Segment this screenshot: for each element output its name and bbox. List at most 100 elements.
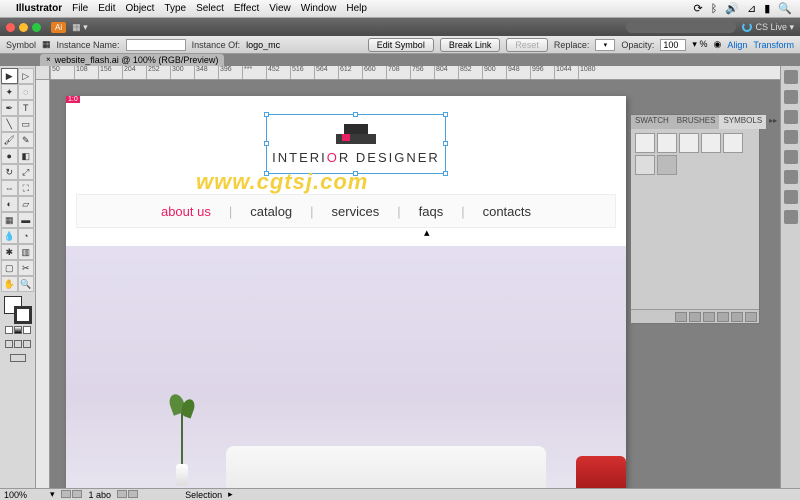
menu-select[interactable]: Select: [196, 3, 224, 14]
status-dropdown-icon[interactable]: ▸: [228, 489, 233, 500]
panel-collapse-icon[interactable]: ▸▸: [766, 115, 780, 129]
tab-swatches[interactable]: SWATCH: [631, 115, 673, 129]
ruler-horizontal[interactable]: 50108156204252300348396***45251656461266…: [50, 66, 780, 80]
zoom-window-icon[interactable]: [32, 23, 41, 32]
place-symbol-icon[interactable]: [689, 312, 701, 322]
menu-window[interactable]: Window: [301, 3, 337, 14]
direct-selection-tool-icon[interactable]: ▷: [18, 68, 35, 84]
nav-about[interactable]: about us: [161, 204, 211, 219]
selection-handle[interactable]: [443, 141, 448, 146]
reset-button[interactable]: Reset: [506, 38, 548, 52]
symbol-thumb[interactable]: [657, 133, 677, 153]
close-tab-icon[interactable]: ×: [46, 54, 51, 66]
symbol-thumb[interactable]: [635, 155, 655, 175]
symbol-libraries-icon[interactable]: [675, 312, 687, 322]
color-mode-icon[interactable]: [5, 326, 13, 334]
volume-icon[interactable]: 🔊: [725, 2, 739, 15]
free-transform-tool-icon[interactable]: ⛶: [18, 180, 35, 196]
hand-tool-icon[interactable]: ✋: [1, 276, 18, 292]
appearance-panel-icon[interactable]: [784, 170, 798, 184]
stroke-swatch[interactable]: [14, 306, 32, 324]
tab-symbols[interactable]: SYMBOLS: [719, 115, 766, 129]
color-guide-panel-icon[interactable]: [784, 90, 798, 104]
artboard[interactable]: 1:0 INTERIOR DESIGNER www.cgtsj.com: [66, 96, 626, 488]
nav-contacts[interactable]: contacts: [483, 204, 531, 219]
zoom-dropdown-icon[interactable]: ▾: [50, 489, 55, 500]
menu-effect[interactable]: Effect: [234, 3, 259, 14]
line-tool-icon[interactable]: ╲: [1, 116, 18, 132]
width-tool-icon[interactable]: ⇔: [1, 180, 18, 196]
type-tool-icon[interactable]: T: [18, 100, 35, 116]
current-tool-label[interactable]: Selection: [185, 490, 222, 500]
rectangle-tool-icon[interactable]: ▭: [18, 116, 35, 132]
draw-inside-icon[interactable]: [23, 340, 31, 348]
gradient-panel-icon[interactable]: [784, 130, 798, 144]
stroke-panel-icon[interactable]: [784, 110, 798, 124]
bluetooth-icon[interactable]: ᛒ: [711, 3, 718, 15]
draw-behind-icon[interactable]: [14, 340, 22, 348]
nav-faqs[interactable]: faqs: [419, 204, 444, 219]
symbol-thumb[interactable]: [723, 133, 743, 153]
new-symbol-icon[interactable]: [731, 312, 743, 322]
logo-symbol[interactable]: INTERIOR DESIGNER: [266, 114, 446, 174]
minimize-window-icon[interactable]: [19, 23, 28, 32]
menu-help[interactable]: Help: [346, 3, 367, 14]
wifi-icon[interactable]: ⊿: [747, 2, 756, 15]
zoom-tool-icon[interactable]: 🔍: [18, 276, 35, 292]
graph-tool-icon[interactable]: ▥: [18, 244, 35, 260]
edit-symbol-button[interactable]: Edit Symbol: [368, 38, 434, 52]
nav-services[interactable]: services: [332, 204, 380, 219]
magic-wand-tool-icon[interactable]: ✦: [1, 84, 18, 100]
close-window-icon[interactable]: [6, 23, 15, 32]
fill-stroke-swatch[interactable]: [4, 296, 32, 324]
selection-handle[interactable]: [443, 171, 448, 176]
bridge-icon[interactable]: ▦ ▾: [72, 22, 88, 33]
color-panel-icon[interactable]: [784, 70, 798, 84]
zoom-level[interactable]: 100%: [4, 490, 44, 500]
none-mode-icon[interactable]: [23, 326, 31, 334]
canvas[interactable]: 50108156204252300348396***45251656461266…: [36, 66, 780, 488]
eraser-tool-icon[interactable]: ◧: [18, 148, 35, 164]
mesh-tool-icon[interactable]: ▦: [1, 212, 18, 228]
menu-object[interactable]: Object: [125, 3, 154, 14]
search-input[interactable]: [626, 21, 736, 33]
last-artboard-icon[interactable]: [128, 490, 138, 498]
replace-dropdown[interactable]: ▾: [595, 39, 615, 51]
symbol-thumb[interactable]: [635, 133, 655, 153]
gradient-tool-icon[interactable]: ▬: [18, 212, 35, 228]
screen-mode-icon[interactable]: [10, 354, 26, 362]
nav-catalog[interactable]: catalog: [250, 204, 292, 219]
sync-icon[interactable]: ⟳: [693, 2, 702, 15]
align-link[interactable]: Align: [727, 40, 747, 50]
tab-brushes[interactable]: BRUSHES: [673, 115, 720, 129]
symbol-thumb[interactable]: [701, 133, 721, 153]
normal-draw-icon[interactable]: [5, 340, 13, 348]
pencil-tool-icon[interactable]: ✎: [18, 132, 35, 148]
app-name[interactable]: Illustrator: [16, 3, 62, 14]
symbol-thumb[interactable]: [679, 133, 699, 153]
pen-tool-icon[interactable]: ✒: [1, 100, 18, 116]
menu-type[interactable]: Type: [164, 3, 186, 14]
next-artboard-icon[interactable]: [117, 490, 127, 498]
menu-view[interactable]: View: [269, 3, 291, 14]
blob-brush-tool-icon[interactable]: ●: [1, 148, 18, 164]
scale-tool-icon[interactable]: ⤢: [18, 164, 35, 180]
slice-tool-icon[interactable]: ✂: [18, 260, 35, 276]
layers-panel-icon[interactable]: [784, 210, 798, 224]
transform-link[interactable]: Transform: [753, 40, 794, 50]
symbol-thumb-icon[interactable]: ▦: [42, 39, 51, 50]
instance-name-input[interactable]: [126, 39, 186, 51]
opacity-dropdown-icon[interactable]: ▾ %: [692, 39, 707, 50]
symbols-panel[interactable]: SWATCH BRUSHES SYMBOLS ▸▸ ≡: [630, 114, 760, 324]
opacity-input[interactable]: [660, 39, 686, 51]
artboard-selector[interactable]: 1 abo: [89, 490, 112, 500]
break-link-icon[interactable]: [703, 312, 715, 322]
cs-live-button[interactable]: CS Live ▾: [742, 22, 794, 33]
menu-edit[interactable]: Edit: [98, 3, 115, 14]
menu-file[interactable]: File: [72, 3, 88, 14]
rotate-tool-icon[interactable]: ↻: [1, 164, 18, 180]
document-tab[interactable]: × website_flash.ai @ 100% (RGB/Preview): [40, 54, 224, 66]
delete-symbol-icon[interactable]: [745, 312, 757, 322]
selection-tool-icon[interactable]: ▶: [1, 68, 18, 84]
selection-handle[interactable]: [264, 141, 269, 146]
